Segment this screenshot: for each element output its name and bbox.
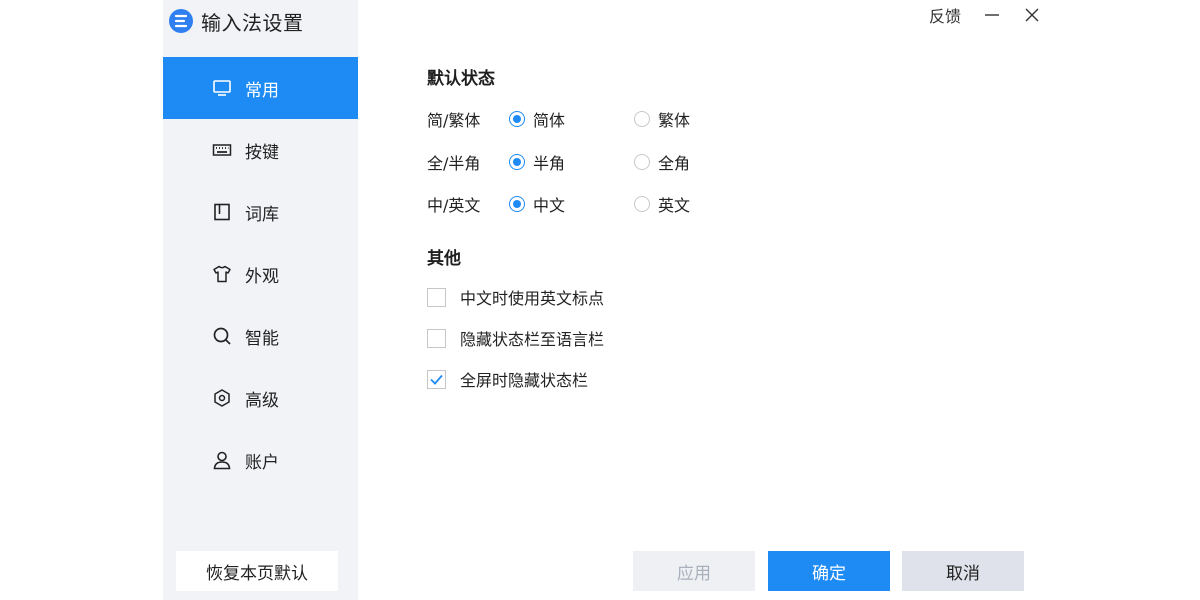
checkbox-english-punctuation[interactable]: 中文时使用英文标点 — [427, 285, 604, 309]
apply-button[interactable]: 应用 — [633, 551, 755, 591]
radio-label: 繁体 — [658, 111, 691, 130]
restore-defaults-button[interactable]: 恢复本页默认 — [176, 551, 338, 591]
radio-label: 全角 — [658, 154, 691, 173]
sidebar-item-dictionary[interactable]: 词库 — [163, 181, 358, 243]
search-icon — [212, 326, 232, 346]
ok-button[interactable]: 确定 — [768, 551, 890, 591]
row-label-width: 全/半角 — [427, 154, 481, 173]
hexagon-settings-icon — [212, 388, 232, 408]
radio-indicator — [634, 196, 650, 212]
checkbox-label: 中文时使用英文标点 — [460, 289, 605, 308]
checkbox-indicator — [427, 287, 446, 307]
sidebar-item-common[interactable]: 常用 — [163, 57, 358, 119]
checkbox-label: 全屏时隐藏状态栏 — [460, 371, 589, 390]
radio-traditional[interactable]: 繁体 — [634, 107, 690, 131]
keyboard-icon — [212, 140, 232, 160]
sidebar-nav: 常用 按键 词库 外观 智能 高级 账户 — [163, 57, 358, 491]
monitor-icon — [212, 78, 232, 98]
sidebar-item-label: 常用 — [245, 80, 279, 101]
section-title-default-state: 默认状态 — [427, 69, 495, 89]
radio-english[interactable]: 英文 — [634, 192, 690, 216]
sidebar-item-keys[interactable]: 按键 — [163, 119, 358, 181]
window-controls: 反馈 — [929, 0, 1041, 30]
sidebar-item-label: 词库 — [245, 204, 279, 225]
sidebar-item-label: 智能 — [245, 328, 279, 349]
app-title-bar: 输入法设置 — [169, 6, 304, 36]
checkbox-indicator — [427, 369, 446, 389]
close-icon[interactable] — [1023, 6, 1041, 24]
minimize-icon[interactable] — [983, 6, 1001, 24]
radio-chinese[interactable]: 中文 — [509, 192, 565, 216]
radio-full-width[interactable]: 全角 — [634, 150, 690, 174]
radio-half-width[interactable]: 半角 — [509, 150, 565, 174]
sidebar-item-label: 账户 — [245, 452, 279, 473]
sidebar-item-smart[interactable]: 智能 — [163, 305, 358, 367]
radio-label: 半角 — [533, 154, 566, 173]
radio-indicator — [509, 111, 525, 127]
row-label-language: 中/英文 — [427, 196, 481, 215]
sidebar-item-label: 高级 — [245, 390, 279, 411]
radio-simplified[interactable]: 简体 — [509, 107, 565, 131]
checkbox-indicator — [427, 328, 446, 348]
app-logo-icon — [169, 9, 193, 33]
book-icon — [212, 202, 232, 222]
checkmark-icon — [430, 374, 443, 385]
radio-label: 中文 — [533, 196, 566, 215]
radio-indicator — [634, 111, 650, 127]
radio-indicator — [509, 196, 525, 212]
feedback-link[interactable]: 反馈 — [929, 3, 961, 27]
sidebar-item-label: 外观 — [245, 266, 279, 287]
shirt-icon — [212, 264, 232, 284]
radio-indicator — [634, 154, 650, 170]
sidebar-item-label: 按键 — [245, 142, 279, 163]
radio-indicator — [509, 154, 525, 170]
sidebar-item-account[interactable]: 账户 — [163, 429, 358, 491]
row-label-script: 简/繁体 — [427, 111, 481, 130]
sidebar-item-appearance[interactable]: 外观 — [163, 243, 358, 305]
radio-label: 简体 — [533, 111, 566, 130]
section-title-other: 其他 — [427, 249, 461, 269]
sidebar-item-advanced[interactable]: 高级 — [163, 367, 358, 429]
checkbox-hide-statusbar-to-langbar[interactable]: 隐藏状态栏至语言栏 — [427, 326, 604, 350]
app-title: 输入法设置 — [201, 10, 304, 35]
checkbox-label: 隐藏状态栏至语言栏 — [460, 330, 605, 349]
radio-label: 英文 — [658, 196, 691, 215]
cancel-button[interactable]: 取消 — [902, 551, 1024, 591]
user-icon — [212, 450, 232, 470]
checkbox-hide-statusbar-fullscreen[interactable]: 全屏时隐藏状态栏 — [427, 367, 588, 391]
